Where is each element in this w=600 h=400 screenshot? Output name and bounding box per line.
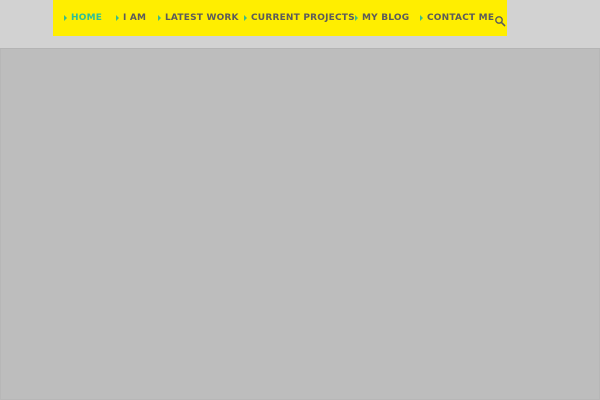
nav-item-i-am[interactable]: I AM — [116, 0, 146, 36]
arrow-right-icon — [355, 15, 358, 21]
nav-item-contact-me[interactable]: CONTACT ME — [420, 0, 494, 36]
main-navbar: HOME I AM LATEST WORK CURRENT PROJECTS M… — [53, 0, 507, 36]
nav-item-label: MY BLOG — [362, 13, 410, 23]
nav-item-label: CURRENT PROJECTS — [251, 13, 355, 23]
nav-item-label: HOME — [71, 13, 103, 23]
nav-item-label: CONTACT ME — [427, 13, 495, 23]
nav-item-label: I AM — [123, 13, 147, 23]
nav-item-label: LATEST WORK — [165, 13, 239, 23]
arrow-right-icon — [420, 15, 423, 21]
nav-item-my-blog[interactable]: MY BLOG — [355, 0, 409, 36]
search-icon[interactable] — [494, 12, 506, 27]
nav-item-current-projects[interactable]: CURRENT PROJECTS — [244, 0, 355, 36]
main-content-area — [0, 49, 600, 400]
nav-item-home[interactable]: HOME — [64, 0, 102, 36]
arrow-right-icon — [158, 15, 161, 21]
arrow-right-icon — [244, 15, 247, 21]
arrow-right-icon — [64, 15, 67, 21]
arrow-right-icon — [116, 15, 119, 21]
nav-item-latest-work[interactable]: LATEST WORK — [158, 0, 239, 36]
